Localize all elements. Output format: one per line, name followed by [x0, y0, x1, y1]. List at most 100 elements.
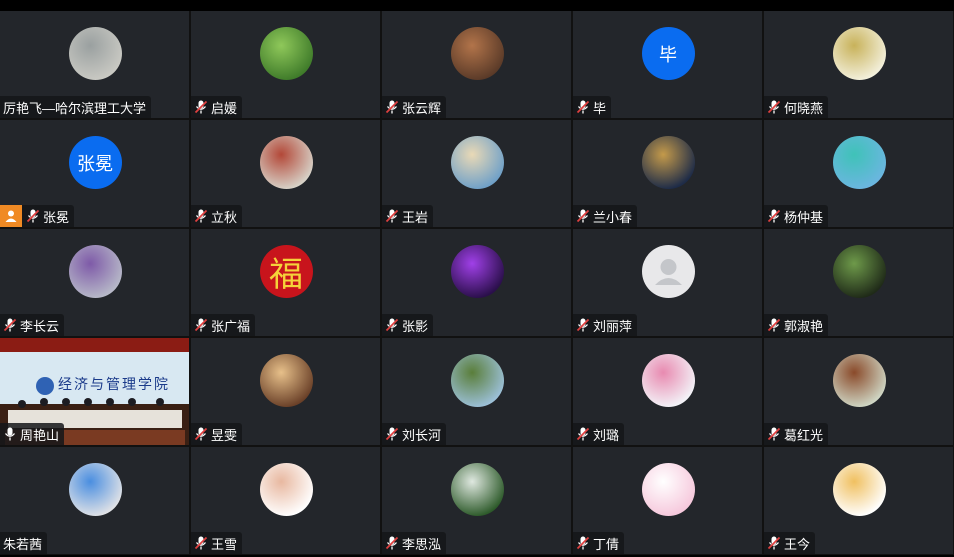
participant-tile[interactable]: 李思泓 — [382, 447, 571, 554]
participant-nametag: 张广福 — [191, 314, 256, 336]
participant-nametag: 刘璐 — [573, 423, 625, 445]
participant-nametag: 张影 — [382, 314, 434, 336]
participant-name: 启媛 — [211, 100, 238, 116]
participant-nametag: 昱雯 — [191, 423, 243, 445]
mic-muted-icon — [385, 536, 399, 550]
participant-nametag: 立秋 — [191, 205, 243, 227]
participant-avatar — [832, 354, 886, 407]
participant-tile[interactable]: 张影 — [382, 229, 571, 336]
participant-name: 厉艳飞—哈尔滨理工大学 — [3, 100, 147, 116]
mic-muted-icon — [3, 318, 17, 332]
participant-nametag: 李思泓 — [382, 532, 447, 554]
participant-tile[interactable]: 朱若茜 — [0, 447, 189, 554]
mic-muted-icon — [194, 318, 208, 332]
participant-avatar — [641, 245, 695, 298]
participant-grid: 厉艳飞—哈尔滨理工大学 启媛 张云辉毕毕何晓燕 张冕 张冕 立秋 王岩 兰小春 杨仲基 李长云福张… — [0, 11, 954, 555]
participant-nametag: 郭淑艳 — [764, 314, 829, 336]
participant-tile[interactable]: 刘丽萍 — [573, 229, 762, 336]
participant-tile[interactable]: 王今 — [764, 447, 953, 554]
mic-muted-icon — [385, 209, 399, 223]
mic-muted-icon — [385, 427, 399, 441]
participant-tile[interactable]: 毕毕 — [573, 11, 762, 118]
participant-tile[interactable]: 张云辉 — [382, 11, 571, 118]
participant-tile[interactable]: 李长云 — [0, 229, 189, 336]
participant-tile[interactable]: 启媛 — [191, 11, 380, 118]
mic-muted-icon — [576, 209, 590, 223]
mic-muted-icon — [576, 427, 590, 441]
participant-tile[interactable]: 丁倩 — [573, 447, 762, 554]
participant-avatar: 毕 — [641, 27, 695, 80]
participant-avatar: 福 — [259, 245, 313, 298]
participant-tile[interactable]: 经济与管理学院周艳山 — [0, 338, 189, 445]
participant-tile[interactable]: 张冕 张冕 — [0, 120, 189, 227]
mic-muted-icon — [194, 100, 208, 114]
mic-muted-icon — [26, 209, 40, 223]
participant-avatar — [68, 245, 122, 298]
mic-muted-icon — [767, 209, 781, 223]
mic-muted-icon — [767, 318, 781, 332]
participant-tile[interactable]: 郭淑艳 — [764, 229, 953, 336]
participant-name: 王雪 — [211, 536, 238, 552]
participant-nametag: 朱若茜 — [0, 532, 48, 554]
participant-tile[interactable]: 刘璐 — [573, 338, 762, 445]
participant-nametag: 厉艳飞—哈尔滨理工大学 — [0, 96, 152, 118]
participant-tile[interactable]: 兰小春 — [573, 120, 762, 227]
participant-avatar — [68, 463, 122, 516]
participant-name: 兰小春 — [593, 209, 633, 225]
participant-tile[interactable]: 福张广福 — [191, 229, 380, 336]
participant-nametag: 王雪 — [191, 532, 243, 554]
participant-nametag: 张冕 — [0, 205, 75, 227]
fu-character: 福 — [269, 255, 303, 295]
mic-muted-icon — [576, 100, 590, 114]
participant-nametag: 王今 — [764, 532, 816, 554]
participant-nametag: 刘丽萍 — [573, 314, 638, 336]
participant-name: 刘长河 — [402, 427, 442, 443]
participant-nametag: 李长云 — [0, 314, 65, 336]
participant-name: 毕 — [593, 100, 607, 116]
participant-name: 何晓燕 — [784, 100, 824, 116]
participant-name: 昱雯 — [211, 427, 238, 443]
participant-tile[interactable]: 厉艳飞—哈尔滨理工大学 — [0, 11, 189, 118]
mic-muted-icon — [767, 427, 781, 441]
participant-tile[interactable]: 昱雯 — [191, 338, 380, 445]
participant-tile[interactable]: 何晓燕 — [764, 11, 953, 118]
participant-avatar — [450, 136, 504, 189]
participant-nametag: 杨仲基 — [764, 205, 829, 227]
participant-name: 郭淑艳 — [784, 318, 824, 334]
participant-nametag: 周艳山 — [0, 423, 65, 445]
participant-avatar — [450, 245, 504, 298]
mic-muted-icon — [194, 209, 208, 223]
participant-name: 葛红光 — [784, 427, 824, 443]
participant-nametag: 丁倩 — [573, 532, 625, 554]
participant-tile[interactable]: 王岩 — [382, 120, 571, 227]
participant-name: 王岩 — [402, 209, 429, 225]
mic-muted-icon — [194, 427, 208, 441]
participant-nametag: 毕 — [573, 96, 612, 118]
participant-avatar — [450, 27, 504, 80]
participant-name: 刘丽萍 — [593, 318, 633, 334]
participant-tile[interactable]: 葛红光 — [764, 338, 953, 445]
participant-name: 张云辉 — [402, 100, 442, 116]
participant-nametag: 兰小春 — [573, 205, 638, 227]
mic-muted-icon — [385, 100, 399, 114]
mic-on-icon — [3, 427, 17, 441]
top-bar — [0, 0, 954, 11]
participant-avatar — [641, 354, 695, 407]
participant-tile[interactable]: 刘长河 — [382, 338, 571, 445]
participant-avatar — [641, 463, 695, 516]
participant-tile[interactable]: 王雪 — [191, 447, 380, 554]
participant-nametag: 何晓燕 — [764, 96, 829, 118]
mic-muted-icon — [194, 536, 208, 550]
participant-avatar — [832, 463, 886, 516]
participant-name: 杨仲基 — [784, 209, 824, 225]
participant-tile[interactable]: 杨仲基 — [764, 120, 953, 227]
participant-name: 刘璐 — [593, 427, 620, 443]
video-banner-text: 经济与管理学院 — [58, 377, 170, 393]
participant-name: 李长云 — [20, 318, 60, 334]
avatar-initials: 张冕 — [77, 153, 113, 174]
participant-name: 周艳山 — [20, 427, 60, 443]
participant-avatar — [259, 136, 313, 189]
participant-avatar — [832, 245, 886, 298]
participant-tile[interactable]: 立秋 — [191, 120, 380, 227]
mic-muted-icon — [576, 536, 590, 550]
